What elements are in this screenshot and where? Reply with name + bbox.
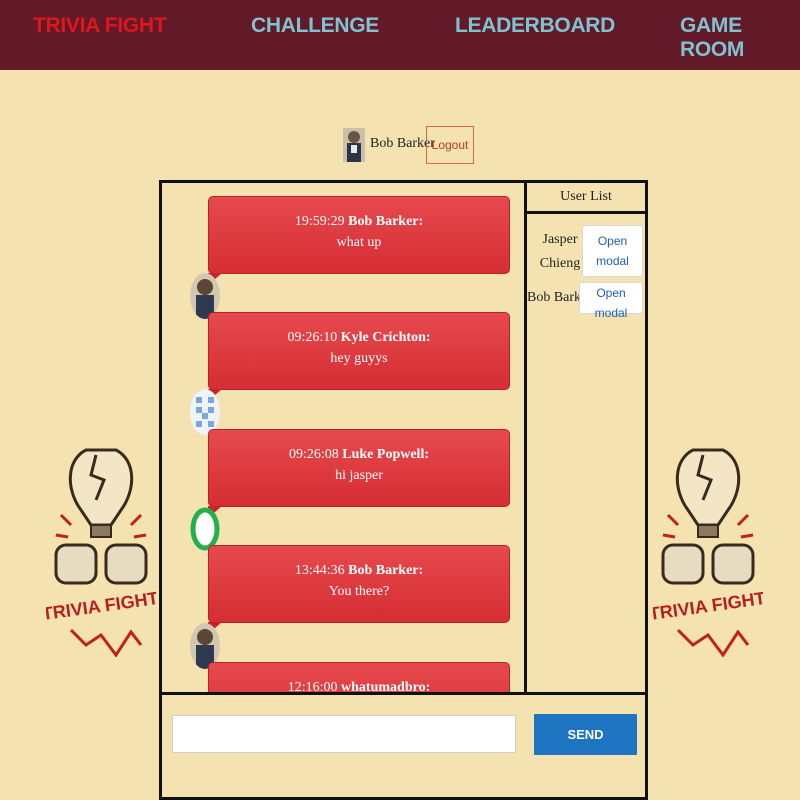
chat-message: 13:44:36 Bob Barker: You there? [208, 545, 510, 634]
user-avatar [343, 128, 365, 162]
top-nav: TRIVIA FIGHT CHALLENGE LEADERBOARD GAME … [0, 0, 800, 70]
message-text: hi jasper [335, 468, 383, 483]
send-button[interactable]: SEND [534, 714, 637, 755]
composer-divider [162, 692, 645, 695]
logout-button[interactable]: Logout [426, 126, 474, 164]
nav-link-leaderboard[interactable]: LEADERBOARD [455, 14, 615, 38]
open-modal-button[interactable]: Open modal [579, 282, 643, 320]
message-time: 09:26:10 [287, 330, 338, 345]
nav-link-game-room[interactable]: GAME ROOM [680, 14, 800, 62]
chat-message: 19:59:29 Bob Barker: what up [208, 196, 510, 285]
message-author: Luke Popwell: [342, 447, 429, 462]
message-list[interactable]: 19:59:29 Bob Barker: what up 09:26:10 Ky… [162, 183, 524, 692]
message-author: Bob Barker: [348, 214, 424, 229]
chat-message: 09:26:08 Luke Popwell: hi jasper [208, 429, 510, 518]
user-list-name: Jasper Chieng [539, 232, 581, 271]
message-text: hey guyys [330, 351, 388, 366]
message-text: what up [336, 235, 382, 250]
trivia-fight-logo: TRIVIA FIGHT [46, 448, 156, 658]
message-time: 19:59:29 [294, 214, 345, 229]
trivia-fight-logo: TRIVIA FIGHT [653, 448, 763, 658]
message-text: You there? [328, 584, 390, 599]
chat-message: 09:26:10 Kyle Crichton: hey guyys [208, 312, 510, 401]
user-list: User List Jasper Chieng Open modal Bob B… [527, 183, 645, 692]
brand-link[interactable]: TRIVIA FIGHT [33, 14, 167, 38]
message-author: Kyle Crichton: [340, 330, 431, 345]
chat-panel: 19:59:29 Bob Barker: what up 09:26:10 Ky… [159, 180, 648, 800]
logo-text: TRIVIA FIGHT [46, 588, 156, 624]
message-time: 13:44:36 [294, 563, 345, 578]
chat-message: 12:16:00 whatumadbro: [208, 662, 510, 692]
message-author: whatumadbro: [341, 680, 431, 692]
nav-link-challenge[interactable]: CHALLENGE [251, 14, 379, 38]
message-author: Bob Barker: [348, 563, 424, 578]
message-time: 12:16:00 [287, 680, 338, 692]
open-modal-button[interactable]: Open modal [582, 225, 643, 277]
message-input[interactable] [172, 715, 516, 753]
logo-text: TRIVIA FIGHT [653, 588, 763, 624]
user-list-title: User List [527, 183, 645, 214]
message-time: 09:26:08 [288, 447, 339, 462]
